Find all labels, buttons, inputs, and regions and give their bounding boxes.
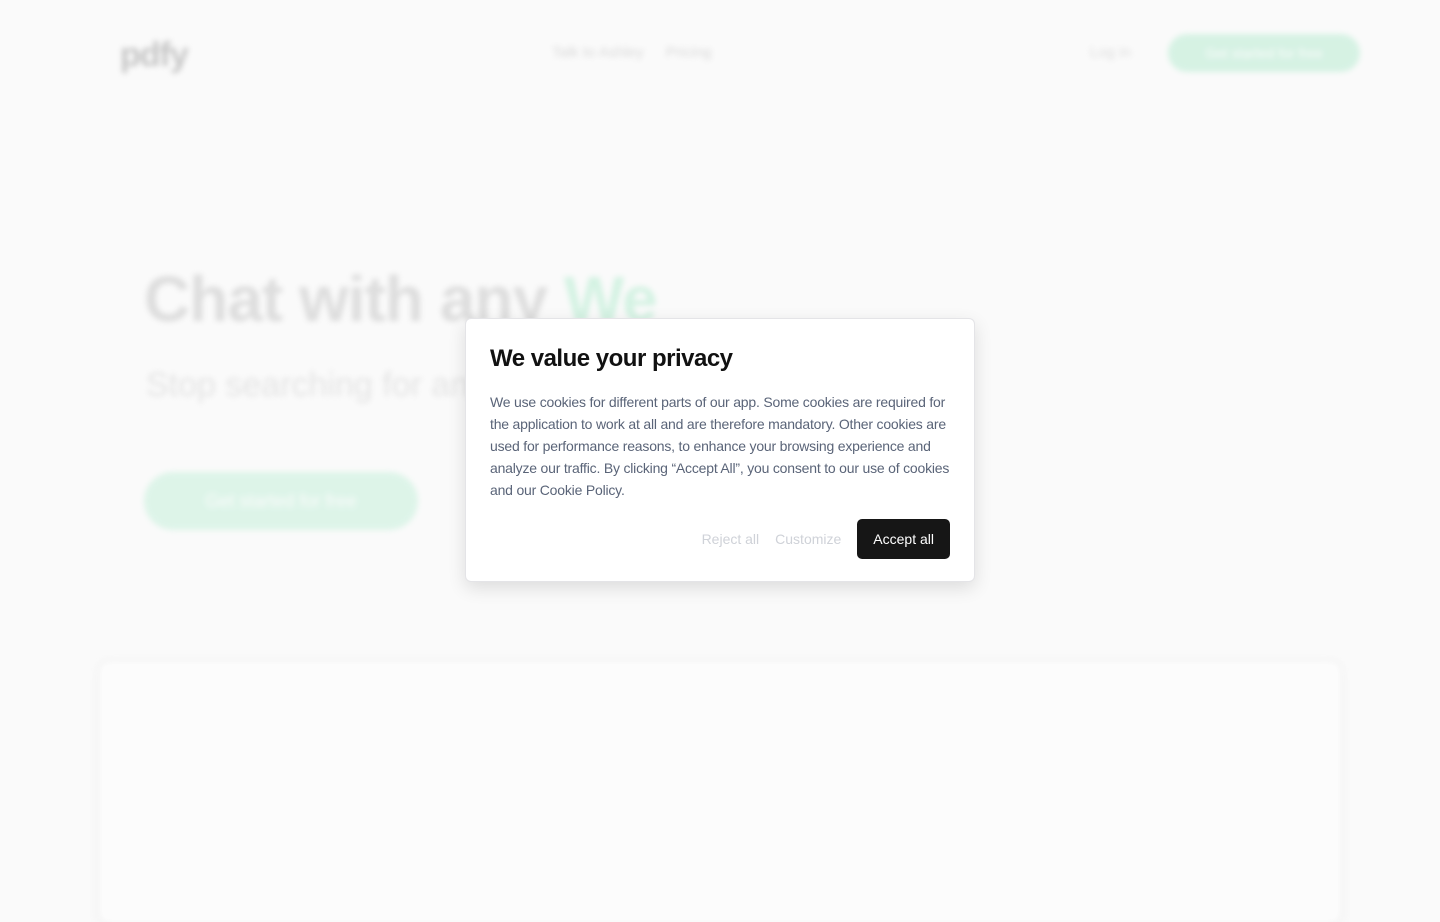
cookie-modal-body: We use cookies for different parts of ou…: [490, 394, 950, 498]
cookie-consent-modal: We value your privacy We use cookies for…: [465, 318, 975, 582]
preview-card: [100, 662, 1340, 922]
top-nav: pdfy Talk to Ashley Pricing Log in Get s…: [0, 0, 1440, 105]
customize-button[interactable]: Customize: [775, 531, 841, 547]
logo: pdfy: [120, 36, 189, 74]
cookie-modal-actions: Reject all Customize Accept all: [702, 519, 950, 559]
nav-link-pricing[interactable]: Pricing: [666, 44, 712, 61]
cookie-modal-title: We value your privacy: [490, 345, 733, 372]
login-link[interactable]: Log in: [1090, 44, 1131, 61]
nav-links: Talk to Ashley Pricing: [552, 44, 712, 61]
nav-link-talk[interactable]: Talk to Ashley: [552, 44, 644, 61]
hero-subtitle: Stop searching for an: [146, 366, 470, 404]
accept-all-button[interactable]: Accept all: [857, 519, 950, 559]
nav-get-started-button[interactable]: Get started for free: [1168, 34, 1360, 72]
reject-all-button[interactable]: Reject all: [702, 531, 760, 547]
hero-get-started-button[interactable]: Get started for free: [144, 472, 418, 530]
